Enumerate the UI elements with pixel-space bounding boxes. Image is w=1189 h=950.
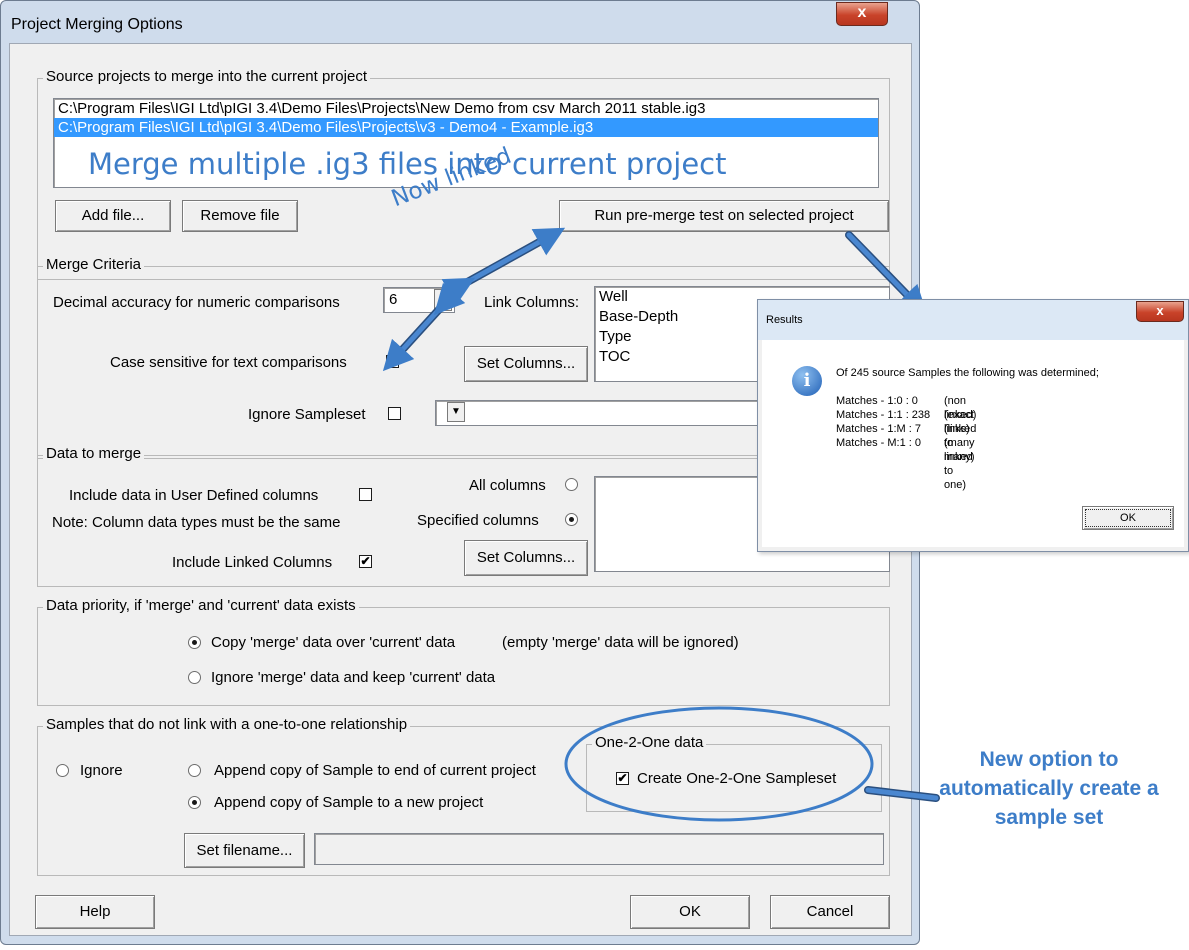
match-row: Matches - 1:M : 7 (linked to many) — [836, 422, 976, 463]
match-label: Matches - 1:M : 7 — [836, 423, 921, 435]
highlight-ellipse — [564, 706, 874, 822]
match-label: Matches - M:1 : 0 — [836, 437, 921, 449]
match-row: Matches - 1:1 : 238 (exact links) — [836, 408, 974, 435]
results-titlebar: Results x — [758, 300, 1188, 340]
results-dialog: Results x i Of 245 source Samples the fo… — [757, 299, 1189, 552]
results-match-list: Matches - 1:0 : 0 (non linked) Matches - … — [836, 394, 976, 491]
close-icon: x — [1156, 303, 1164, 318]
match-note: (many linked to one) — [944, 437, 975, 491]
results-message: Of 245 source Samples the following was … — [836, 367, 1099, 379]
info-icon: i — [792, 366, 822, 396]
match-label: Matches - 1:0 : 0 — [836, 395, 918, 407]
match-row: Matches - 1:0 : 0 (non linked) — [836, 394, 976, 421]
results-ok-button[interactable]: OK — [1082, 506, 1174, 530]
results-close-button[interactable]: x — [1136, 301, 1184, 322]
results-title: Results — [766, 314, 803, 326]
match-row: Matches - M:1 : 0 (many linked to one) — [836, 436, 975, 491]
match-label: Matches - 1:1 : 238 — [836, 409, 931, 421]
new-option-annotation: New option to automatically create a sam… — [939, 748, 1159, 829]
